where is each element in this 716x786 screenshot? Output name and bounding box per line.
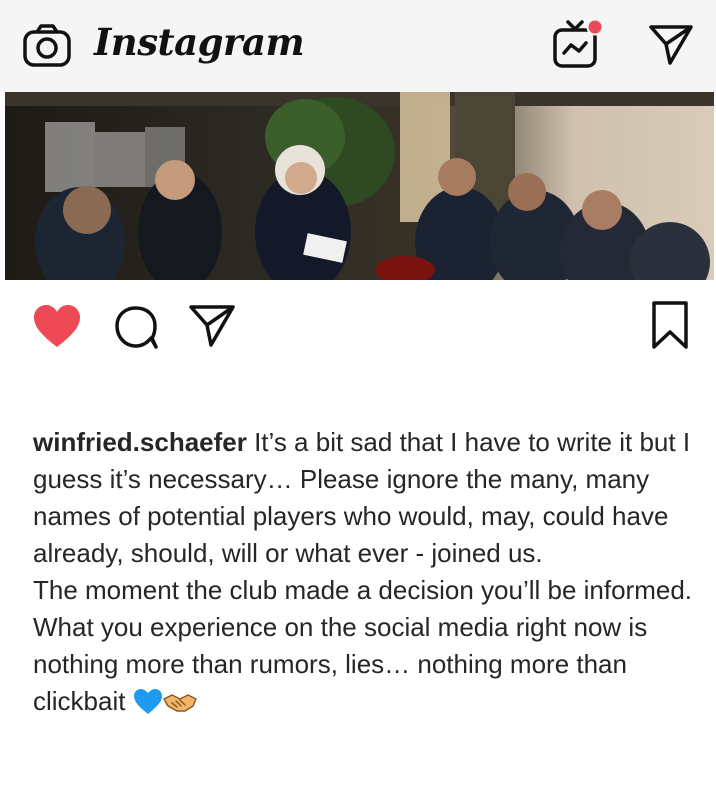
handshake-emoji-icon <box>162 694 197 712</box>
post-action-bar <box>0 296 716 356</box>
top-navigation-bar: Instagram <box>0 0 716 92</box>
blue-heart-emoji-icon <box>133 689 162 714</box>
bookmark-icon[interactable] <box>648 300 692 350</box>
notification-dot <box>586 18 604 36</box>
heart-icon[interactable] <box>32 304 82 350</box>
post-caption: winfried.schaefer It’s a bit sad that I … <box>33 424 693 720</box>
igtv-icon[interactable] <box>552 18 608 70</box>
post-photo[interactable] <box>5 92 714 280</box>
camera-icon[interactable] <box>22 24 72 68</box>
caption-username[interactable]: winfried.schaefer <box>33 427 247 457</box>
direct-message-icon[interactable] <box>648 22 694 68</box>
share-icon[interactable] <box>188 302 236 348</box>
instagram-logo: Instagram <box>94 20 305 64</box>
comment-icon[interactable] <box>112 304 160 350</box>
